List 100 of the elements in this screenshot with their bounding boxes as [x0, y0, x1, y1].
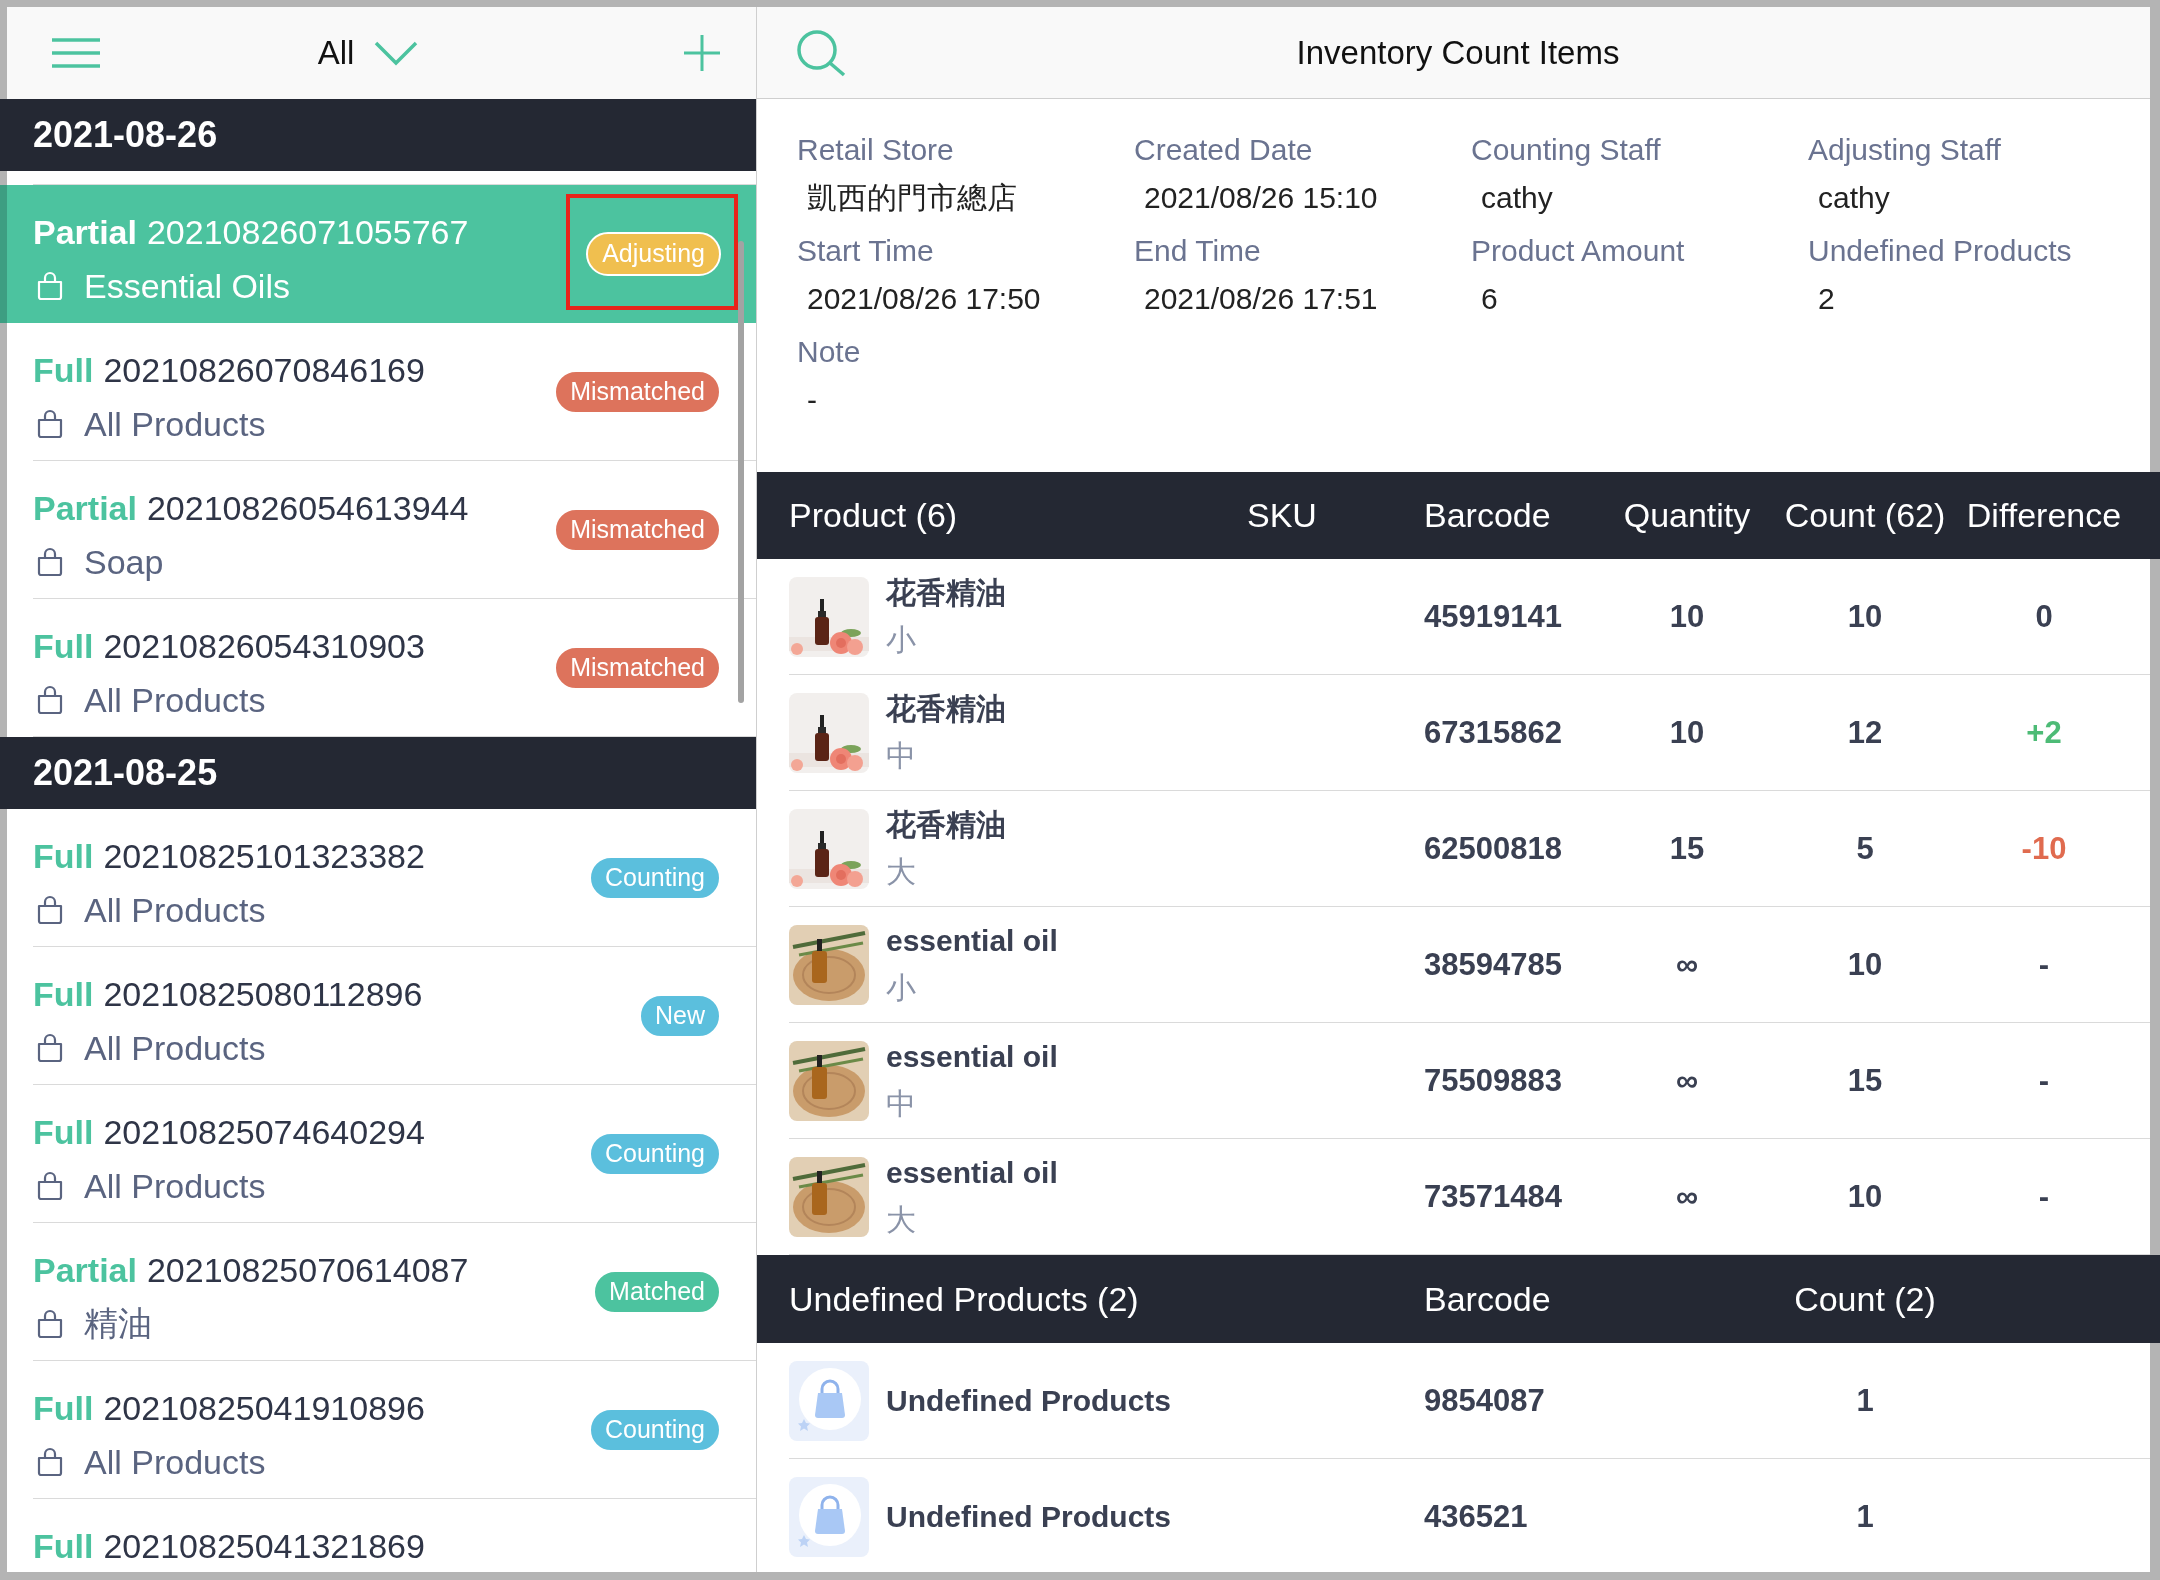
count-scope: All Products — [84, 890, 266, 930]
field-value: 2021/08/26 17:51 — [1143, 281, 1379, 317]
quantity-text: ∞ — [1675, 1178, 1699, 1215]
barcode-text: 73571484 — [1424, 1178, 1563, 1215]
status-badge: Matched — [593, 1269, 721, 1314]
bag-icon — [37, 271, 63, 301]
product-variant: 小 — [886, 622, 917, 658]
field-value: cathy — [1817, 180, 1891, 216]
difference-text: - — [2038, 1062, 2050, 1099]
menu-icon[interactable] — [52, 38, 100, 68]
count-list-item[interactable]: Full 20210825041910896 All Products Counting — [0, 1361, 756, 1499]
count-type: Full — [33, 350, 94, 390]
count-scope: All Products — [84, 1028, 266, 1068]
status-badge: Adjusting — [586, 231, 721, 276]
product-variant: 中 — [886, 738, 917, 774]
field-label: Created Date — [1134, 132, 1314, 168]
shopping-bag-icon — [789, 1476, 869, 1557]
quantity-text: ∞ — [1675, 1062, 1699, 1099]
bag-icon — [37, 547, 63, 577]
count-number: 20210826071055767 — [146, 212, 469, 252]
field-value: - — [806, 382, 818, 418]
field-label: Adjusting Staff — [1808, 132, 2002, 168]
count-text: 12 — [1847, 714, 1883, 751]
field-label: Undefined Products — [1808, 233, 2073, 269]
product-name: Undefined Products — [886, 1382, 1171, 1419]
count-list-item[interactable]: Full 20210825080112896 All Products New — [0, 947, 756, 1085]
column-header: Difference — [1966, 496, 2122, 535]
bag-icon — [37, 1309, 63, 1339]
count-number: 20210826054613944 — [146, 488, 469, 528]
status-badge: Mismatched — [554, 507, 721, 552]
field-label: Start Time — [797, 233, 935, 269]
product-variant: 中 — [886, 1086, 917, 1122]
page-title: Inventory Count Items — [1296, 33, 1620, 72]
barcode-text: 9854087 — [1424, 1382, 1546, 1419]
column-header: Barcode — [1424, 1279, 1552, 1319]
field-label: Note — [797, 334, 862, 370]
quantity-text: ∞ — [1675, 946, 1699, 983]
count-list-item[interactable]: Full 20210825074640294 All Products Counting — [0, 1085, 756, 1223]
count-number: 20210825080112896 — [103, 974, 423, 1014]
difference-text: - — [2038, 946, 2050, 983]
bag-icon — [37, 685, 63, 715]
count-list-item[interactable]: Full 20210825101323382 All Products Counting — [0, 809, 756, 947]
count-text: 1 — [1856, 1382, 1874, 1419]
quantity-text: 10 — [1669, 598, 1705, 635]
product-name: 花香精油 — [886, 807, 1006, 843]
product-name: essential oil — [886, 1039, 1058, 1075]
status-badge: Mismatched — [554, 369, 721, 414]
barcode-text: 436521 — [1424, 1498, 1529, 1535]
shopping-bag-icon — [789, 1360, 869, 1441]
field-value: cathy — [1480, 180, 1554, 216]
bag-icon — [37, 1447, 63, 1477]
count-scope: All Products — [84, 680, 266, 720]
difference-text: +2 — [2026, 714, 2062, 751]
bag-icon — [37, 1033, 63, 1063]
count-number: 20210825041910896 — [103, 1388, 425, 1428]
product-variant: 小 — [886, 970, 917, 1006]
product-variant: 大 — [886, 854, 917, 890]
chevron-down-icon — [374, 40, 419, 66]
count-scope: Essential Oils — [84, 266, 290, 306]
count-scope: All Products — [84, 404, 266, 444]
count-list-item[interactable]: Partial 20210825070614087 精油 Matched — [0, 1223, 756, 1361]
count-scope: All Products — [84, 1442, 266, 1482]
barcode-text: 38594785 — [1424, 946, 1563, 983]
field-value: 2021/08/26 17:50 — [806, 281, 1042, 317]
status-badge: Counting — [588, 855, 721, 900]
bag-icon — [37, 409, 63, 439]
quantity-text: 15 — [1669, 830, 1705, 867]
field-label: Retail Store — [797, 132, 955, 168]
field-label: Product Amount — [1471, 233, 1686, 269]
column-header: Count (62) — [1784, 496, 1946, 535]
product-name: essential oil — [886, 923, 1058, 959]
count-text: 5 — [1856, 830, 1874, 867]
count-type: Full — [33, 1388, 94, 1428]
count-number: 20210826070846169 — [103, 350, 425, 390]
status-badge: Counting — [588, 1131, 721, 1176]
column-header: Count (2) — [1794, 1279, 1936, 1319]
plus-icon[interactable] — [684, 35, 720, 71]
count-type: Partial — [33, 212, 137, 252]
product-name: 花香精油 — [886, 691, 1006, 727]
count-text: 10 — [1847, 598, 1883, 635]
count-number: 20210825041321869 — [103, 1526, 425, 1566]
product-name: Undefined Products — [886, 1498, 1171, 1535]
field-value: 6 — [1480, 281, 1499, 317]
date-header: 2021-08-25 — [0, 737, 756, 809]
filter-dropdown[interactable]: All — [317, 34, 419, 72]
count-scope: 精油 — [84, 1303, 152, 1344]
search-icon[interactable] — [796, 28, 846, 77]
product-name: essential oil — [886, 1155, 1058, 1191]
count-text: 10 — [1847, 946, 1883, 983]
count-scope: All Products — [84, 1166, 266, 1206]
count-type: Full — [33, 626, 94, 666]
status-badge: Mismatched — [554, 645, 721, 690]
count-number: 20210825070614087 — [146, 1250, 469, 1290]
status-badge: New — [639, 993, 721, 1038]
field-value: 2021/08/26 15:10 — [1143, 180, 1379, 216]
count-type: Full — [33, 1112, 94, 1152]
count-type: Full — [33, 1526, 94, 1566]
status-badge: Counting — [588, 1407, 721, 1452]
count-number: 20210825101323382 — [103, 836, 425, 876]
difference-text: - — [2038, 1178, 2050, 1215]
